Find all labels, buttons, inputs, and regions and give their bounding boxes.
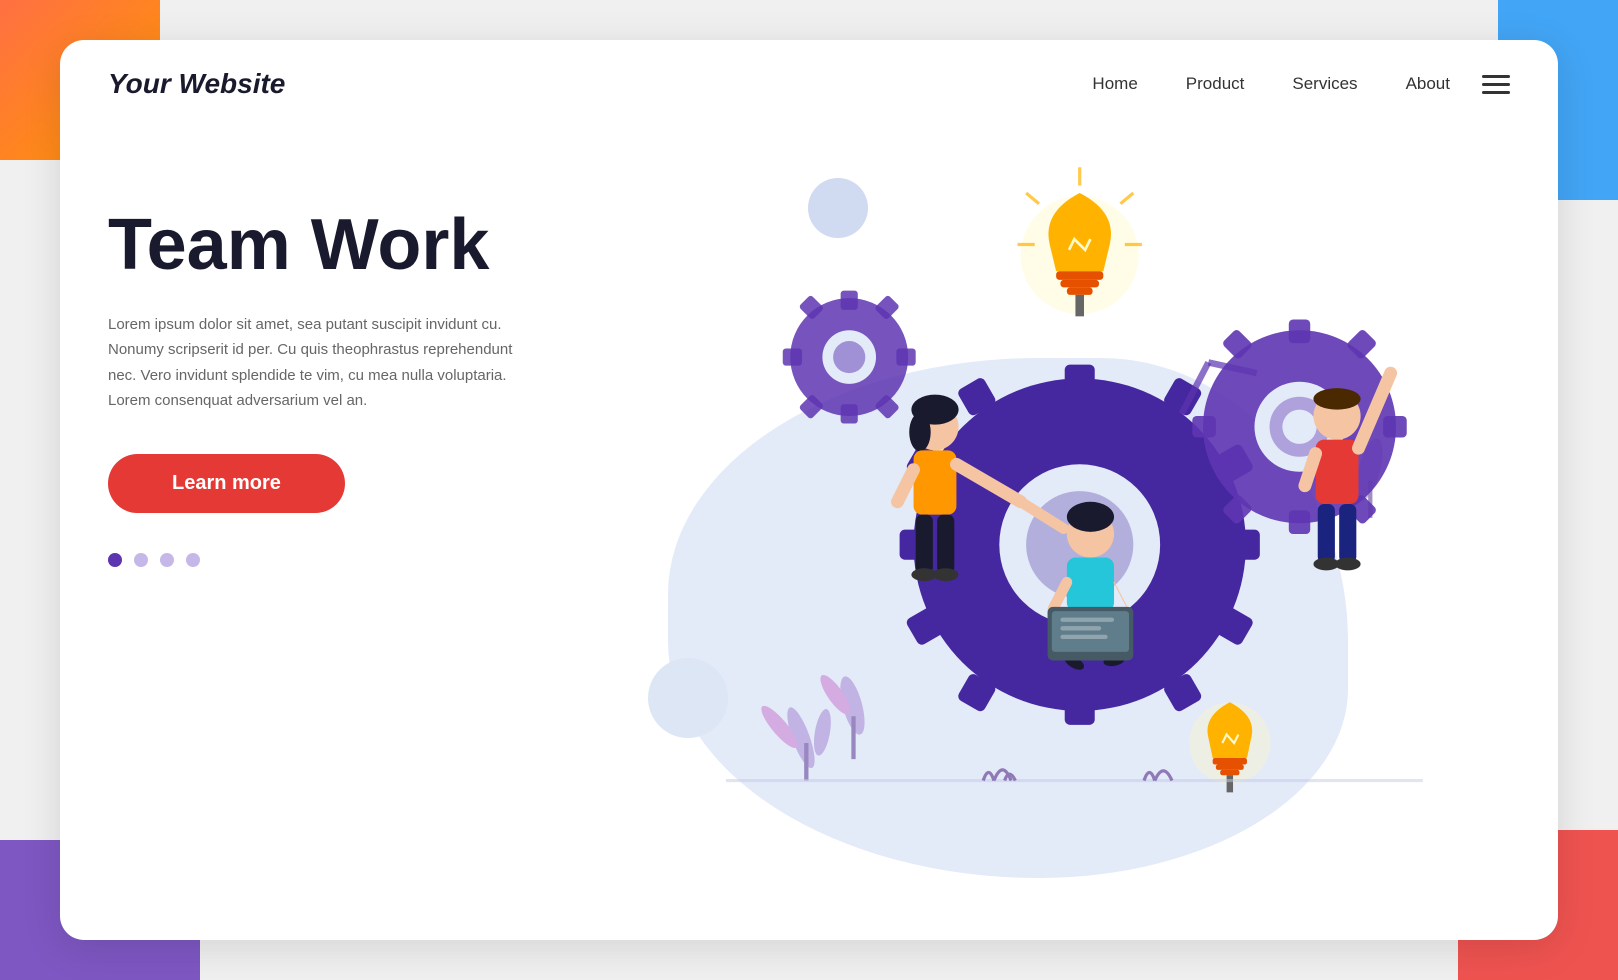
plant-left	[757, 671, 870, 780]
hero-illustration	[628, 148, 1510, 938]
dot-1[interactable]	[108, 553, 122, 567]
hero-left: Team Work Lorem ipsum dolor sit amet, se…	[108, 148, 628, 567]
nav-product[interactable]: Product	[1186, 74, 1245, 94]
navbar: Your Website Home Product Services About	[60, 40, 1558, 128]
learn-more-button[interactable]: Learn more	[108, 454, 345, 513]
dot-4[interactable]	[186, 553, 200, 567]
hamburger-menu[interactable]	[1482, 75, 1510, 94]
carousel-dots	[108, 553, 628, 567]
lightbulb-top	[1018, 167, 1142, 316]
brand-logo[interactable]: Your Website	[108, 68, 285, 100]
nav-about[interactable]: About	[1406, 74, 1450, 94]
teamwork-illustration	[628, 148, 1510, 899]
nav-services[interactable]: Services	[1292, 74, 1357, 94]
hamburger-line-3	[1482, 91, 1510, 94]
main-card: Your Website Home Product Services About…	[60, 40, 1558, 940]
hamburger-line-2	[1482, 83, 1510, 86]
hero-description: Lorem ipsum dolor sit amet, sea putant s…	[108, 312, 538, 414]
dot-3[interactable]	[160, 553, 174, 567]
lightbulb-bottom	[1189, 702, 1270, 792]
hamburger-line-1	[1482, 75, 1510, 78]
small-gear-left	[783, 291, 916, 424]
nav-links: Home Product Services About	[1092, 74, 1450, 94]
hero-section: Team Work Lorem ipsum dolor sit amet, se…	[60, 128, 1558, 938]
dot-2[interactable]	[134, 553, 148, 567]
hero-title: Team Work	[108, 208, 628, 284]
nav-home[interactable]: Home	[1092, 74, 1137, 94]
